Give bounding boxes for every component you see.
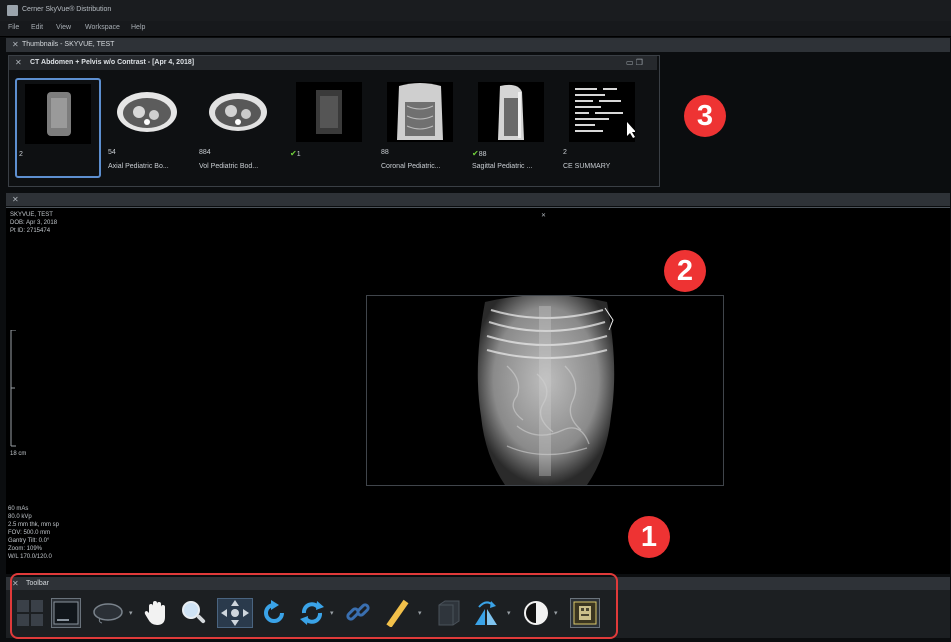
acquisition-kvp: 80.0 kVp: [8, 514, 32, 520]
toolbar-highlight: [10, 573, 618, 639]
viewport-close-icon[interactable]: ✕: [541, 212, 546, 220]
patient-dob: DOB: Apr 3, 2018: [10, 220, 58, 226]
thumbnail-image: [117, 92, 177, 132]
study-header-icons: ▭ ❐: [626, 58, 643, 67]
thumbnails-tab-strip: [6, 38, 950, 52]
series-label: Vol Pediatric Bod...: [199, 163, 259, 170]
series-thumbnail[interactable]: 2 CE SUMMARY: [561, 78, 643, 174]
series-count: 54: [108, 149, 116, 156]
menu-view[interactable]: View: [56, 24, 71, 31]
series-label: CE SUMMARY: [563, 163, 611, 170]
series-label: Sagittal Pediatric ...: [472, 163, 533, 170]
series-thumbnail[interactable]: 88 Coronal Pediatric...: [379, 78, 461, 174]
thumbnail-image: [569, 82, 635, 142]
acquisition-thickness: 2.5 mm thk, mm sp: [8, 522, 60, 528]
scout-radiograph: [367, 296, 723, 485]
thumbnail-image: [25, 84, 91, 144]
study-title: CT Abdomen + Pelvis w/o Contrast - [Apr …: [30, 59, 195, 66]
menu-workspace[interactable]: Workspace: [85, 24, 120, 31]
series-label: Axial Pediatric Bo...: [108, 163, 169, 170]
thumbnail-image: [478, 82, 544, 142]
series-thumbnail[interactable]: 54 Axial Pediatric Bo...: [106, 78, 188, 174]
scale-ruler: [10, 330, 16, 447]
series-thumbnail[interactable]: 2: [15, 78, 101, 178]
series-thumbnail[interactable]: 884 Vol Pediatric Bod...: [197, 78, 279, 174]
patient-id: Pt ID: 2715474: [10, 228, 51, 234]
check-icon: ✔: [472, 149, 479, 158]
title-bar: [0, 0, 951, 21]
thumbnail-image: [387, 82, 453, 142]
close-icon[interactable]: ✕: [12, 196, 19, 204]
xray-image[interactable]: [366, 295, 724, 486]
series-count: 2: [19, 151, 23, 158]
series-thumbnail[interactable]: ✔88 Sagittal Pediatric ...: [470, 78, 552, 174]
close-icon[interactable]: ✕: [12, 41, 19, 49]
menu-file[interactable]: File: [8, 24, 19, 31]
viewer-tab-strip: [6, 193, 950, 206]
series-count: ✔1: [290, 149, 301, 158]
thumbnail-image: [296, 82, 362, 142]
close-icon[interactable]: ✕: [15, 59, 22, 67]
menu-edit[interactable]: Edit: [31, 24, 43, 31]
menu-help[interactable]: Help: [131, 24, 145, 31]
series-count: 2: [563, 149, 567, 156]
check-icon: ✔: [290, 149, 297, 158]
monitor-icon[interactable]: ▭: [626, 58, 634, 67]
thumbnails-tab-label[interactable]: Thumbnails - SKYVUE, TEST: [22, 41, 114, 48]
acquisition-fov: FOV: 500.0 mm: [8, 530, 51, 536]
acquisition-window-level: W/L 170.0/120.0: [8, 554, 52, 560]
window-icon[interactable]: ❐: [636, 58, 643, 67]
callout-badge: 1: [628, 516, 670, 558]
scale-label: 18 cm: [10, 451, 27, 457]
patient-name: SKYVUE, TEST: [10, 212, 53, 218]
window-title: Cerner SkyVue® Distribution: [22, 6, 112, 13]
acquisition-gantry-tilt: Gantry Tilt: 0.0°: [8, 538, 50, 544]
series-count: 884: [199, 149, 211, 156]
series-count: 88: [381, 149, 389, 156]
acquisition-zoom: Zoom: 109%: [8, 546, 43, 552]
series-count: ✔88: [472, 149, 487, 158]
series-thumbnail[interactable]: ✔1: [288, 78, 370, 174]
callout-badge: 2: [664, 250, 706, 292]
callout-badge: 3: [684, 95, 726, 137]
thumbnail-image: [209, 93, 267, 131]
acquisition-mas: 60 mAs: [8, 506, 29, 512]
series-label: Coronal Pediatric...: [381, 163, 441, 170]
app-logo: [7, 5, 18, 16]
